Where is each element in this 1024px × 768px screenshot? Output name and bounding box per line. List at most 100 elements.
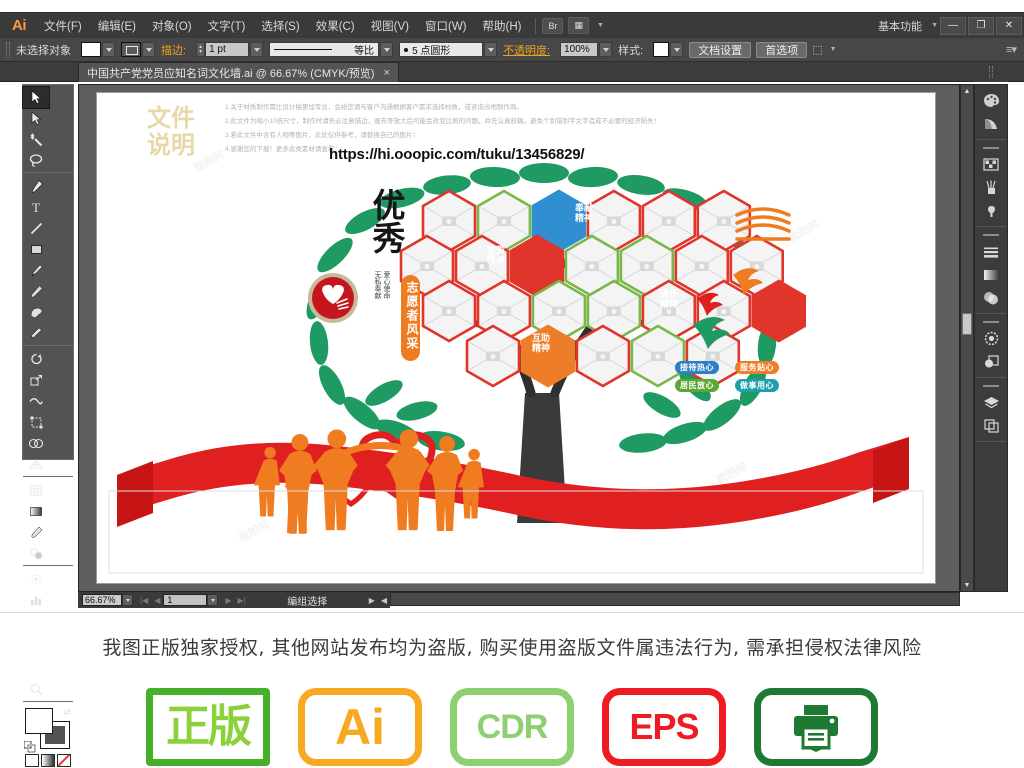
direct-selection-tool[interactable] (23, 108, 49, 129)
opacity-label[interactable]: 不透明度: (503, 42, 550, 58)
stroke-profile-select[interactable]: 等比 (269, 42, 380, 57)
transparency-panel-icon[interactable] (978, 286, 1004, 309)
stroke-weight-dropdown-icon[interactable] (250, 42, 264, 57)
stroke-profile-dropdown-icon[interactable] (380, 42, 394, 57)
status-menu-icon[interactable]: ▶ (366, 596, 378, 605)
magic-wand-tool[interactable] (23, 129, 49, 150)
gradient-tool[interactable] (23, 501, 49, 522)
artboard[interactable]: 奉献 精神 友爱 精神 进步 精神 互助 精神 优秀 爱心使命 无私奉献 志愿者… (97, 93, 935, 583)
first-artboard-button[interactable]: |◀ (137, 596, 151, 605)
preferences-button[interactable]: 首选项 (756, 41, 808, 58)
stroke-panel-icon[interactable] (978, 240, 1004, 263)
brush-select[interactable]: 5 点圆形 (399, 42, 484, 57)
type-tool[interactable]: T (23, 197, 49, 218)
line-segment-tool[interactable] (23, 218, 49, 239)
status-resize-icon[interactable]: ◀ (378, 596, 390, 605)
cdr-format-badge: CDR (450, 688, 574, 766)
document-tab[interactable]: 中国共产党党员应知名词文化墙.ai @ 66.67% (CMYK/预览) × (78, 62, 399, 82)
canvas-horizontal-scrollbar[interactable] (390, 592, 960, 606)
minimize-button[interactable]: — (940, 16, 966, 35)
blend-tool[interactable] (23, 543, 49, 564)
color-panel-icon[interactable] (978, 89, 1004, 112)
artboard-dropdown-icon[interactable] (207, 594, 219, 606)
stroke-color-swatch[interactable] (121, 42, 141, 57)
document-setup-button[interactable]: 文档设置 (689, 41, 752, 58)
close-icon[interactable]: × (383, 67, 389, 79)
menu-type[interactable]: 文字(T) (200, 14, 254, 38)
pen-tool[interactable] (23, 176, 49, 197)
bridge-icon[interactable]: Br (542, 17, 564, 34)
next-artboard-button[interactable]: ▶ (222, 596, 234, 605)
brush-dropdown-icon[interactable] (484, 42, 498, 57)
lasso-tool[interactable] (23, 150, 49, 171)
layers-panel-icon[interactable] (978, 391, 1004, 414)
opacity-input[interactable]: 100% (560, 42, 599, 57)
rotate-tool[interactable] (23, 349, 49, 370)
artboard-number-input[interactable]: 1 (163, 594, 208, 606)
shape-builder-tool[interactable] (23, 433, 49, 454)
fill-dropdown-icon[interactable] (102, 42, 115, 57)
brushes-panel-icon[interactable] (978, 176, 1004, 199)
menu-effect[interactable]: 效果(C) (308, 14, 363, 38)
appearance-panel-icon[interactable] (978, 327, 1004, 350)
vertical-scroll-thumb[interactable] (962, 313, 972, 335)
scale-tool[interactable] (23, 370, 49, 391)
menu-help[interactable]: 帮助(H) (475, 14, 530, 38)
arrange-documents-icon[interactable]: ▦ (568, 17, 589, 34)
style-dropdown-icon[interactable] (670, 42, 684, 57)
mesh-tool[interactable] (23, 480, 49, 501)
menu-object[interactable]: 对象(O) (144, 14, 200, 38)
menu-file[interactable]: 文件(F) (36, 14, 90, 38)
scroll-down-icon[interactable]: ▼ (961, 579, 973, 591)
last-artboard-button[interactable]: ▶| (235, 596, 249, 605)
canvas-area[interactable]: 奉献 精神 友爱 精神 进步 精神 互助 精神 优秀 爱心使命 无私奉献 志愿者… (78, 84, 960, 592)
free-transform-tool[interactable] (23, 412, 49, 433)
zoom-dropdown-icon[interactable] (122, 594, 133, 606)
width-tool[interactable] (23, 391, 49, 412)
control-bar-grip[interactable] (6, 41, 10, 58)
menu-select[interactable]: 选择(S) (253, 14, 307, 38)
perspective-grid-tool[interactable] (23, 454, 49, 475)
eyedropper-tool[interactable] (23, 522, 49, 543)
scroll-up-icon[interactable]: ▲ (961, 85, 973, 97)
close-button[interactable]: ✕ (996, 16, 1022, 35)
fill-color-swatch[interactable] (81, 42, 101, 57)
swatches-panel-icon[interactable] (978, 153, 1004, 176)
graphic-style-swatch[interactable] (653, 42, 670, 57)
stroke-weight-input[interactable]: 1 pt (205, 42, 250, 57)
dock-group-appearance (976, 318, 1006, 378)
workspace-chevron-down-icon[interactable]: ▼ (931, 22, 938, 29)
right-dock-header[interactable] (974, 62, 1008, 82)
stroke-weight-stepper[interactable]: ▲ ▼ (196, 42, 206, 57)
control-panel-menu-icon[interactable]: ≡▾ (1006, 43, 1017, 56)
zoom-level-input[interactable]: 66.67% (82, 594, 122, 606)
color-guide-panel-icon[interactable] (978, 112, 1004, 135)
stroke-dropdown-icon[interactable] (142, 42, 155, 57)
align-icon[interactable]: ⬚ (812, 43, 822, 56)
right-dock-grip[interactable] (989, 66, 993, 78)
canvas-vertical-scrollbar[interactable]: ▲ ▼ (960, 84, 974, 592)
rectangle-tool[interactable] (23, 239, 49, 260)
opacity-dropdown-icon[interactable] (599, 42, 613, 57)
badge-zuoshi: 做事用心 (735, 379, 779, 392)
eraser-tool[interactable] (23, 323, 49, 344)
symbol-sprayer-tool[interactable] (23, 569, 49, 590)
badge-jiedai: 接待热心 (675, 361, 719, 374)
menu-view[interactable]: 视图(V) (363, 14, 417, 38)
pencil-tool[interactable] (23, 281, 49, 302)
workspace-switcher[interactable]: 基本功能 (872, 18, 928, 34)
blob-brush-tool[interactable] (23, 302, 49, 323)
arrange-chevron-down-icon[interactable]: ▼ (597, 22, 604, 29)
selection-tool[interactable] (22, 86, 50, 109)
menu-window[interactable]: 窗口(W) (417, 14, 475, 38)
align-chevron-down-icon[interactable]: ▼ (830, 46, 837, 53)
symbols-panel-icon[interactable] (978, 199, 1004, 222)
maximize-button[interactable]: ❐ (968, 16, 994, 35)
graphic-styles-panel-icon[interactable] (978, 350, 1004, 373)
menu-edit[interactable]: 编辑(E) (90, 14, 144, 38)
artboards-panel-icon[interactable] (978, 414, 1004, 437)
gradient-panel-icon[interactable] (978, 263, 1004, 286)
prev-artboard-button[interactable]: ◀ (151, 596, 163, 605)
paintbrush-tool[interactable] (23, 260, 49, 281)
column-graph-tool[interactable] (23, 590, 49, 611)
